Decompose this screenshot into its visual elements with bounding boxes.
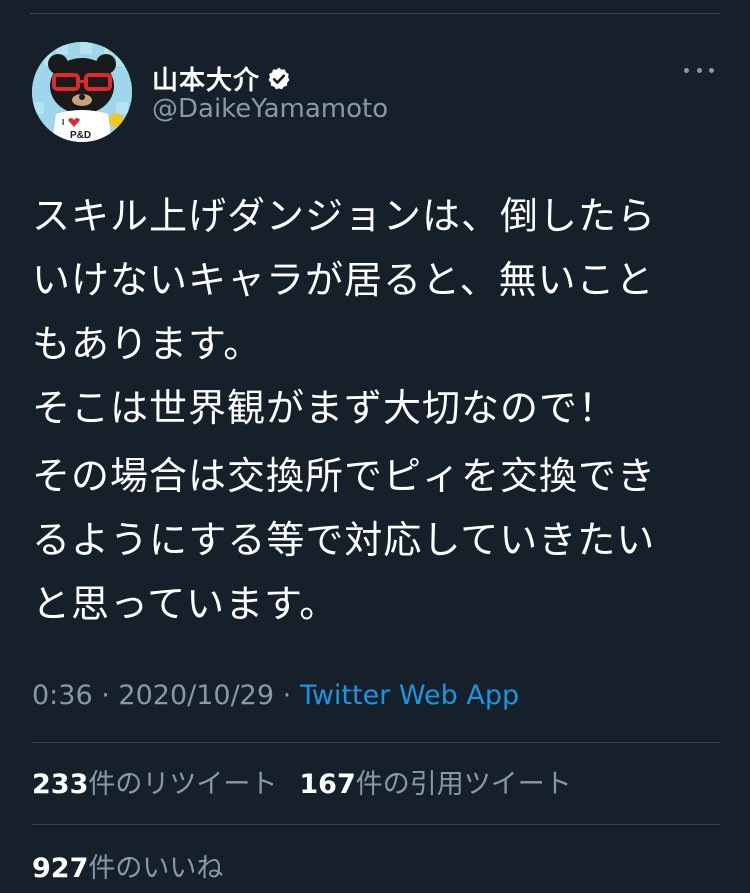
tweet-line: るようにする等で対応していきたい [32, 518, 656, 562]
tweet-stats: 233件のリツイート 167件の引用ツイート [32, 762, 572, 801]
more-dot [709, 67, 714, 73]
tweet-header: I P&D 山本大介 @DaikeYamamoto [32, 42, 720, 142]
divider [32, 742, 720, 743]
avatar-shirt-text-2: P&D [70, 130, 91, 141]
tweet-source-link[interactable]: Twitter Web App [300, 680, 519, 711]
more-dot [696, 67, 702, 73]
quotes-count: 167 [299, 769, 356, 800]
tweet-date[interactable]: 2020/10/29 [118, 680, 274, 711]
likes-count: 927 [32, 853, 89, 884]
more-options-icon[interactable] [684, 64, 714, 76]
likes-stat[interactable]: 927件のいいね [32, 846, 223, 885]
divider [32, 824, 720, 825]
top-divider [30, 13, 720, 14]
retweets-label: 件のリツイート [88, 769, 278, 800]
quotes-stat[interactable]: 167件の引用ツイート [299, 762, 571, 801]
meta-separator: · [101, 680, 110, 711]
tweet-line: いけないキャラが居ると、無いこと [32, 258, 655, 302]
quotes-label: 件の引用ツイート [355, 769, 572, 800]
more-dot [684, 67, 689, 73]
avatar-bear-image: I P&D [32, 42, 132, 142]
display-name[interactable]: 山本大介 [152, 60, 260, 97]
tweet-line: そこは世界観がまず大切なので！ [32, 386, 618, 430]
tweet-line: もあります。 [32, 322, 263, 366]
retweets-stat[interactable]: 233件のリツイート [32, 762, 277, 801]
retweets-count: 233 [32, 769, 89, 800]
tweet-time[interactable]: 0:36 [32, 680, 93, 711]
likes-label: 件のいいね [88, 853, 224, 884]
avatar-shirt-text-1: I [62, 118, 64, 127]
avatar[interactable]: I P&D [32, 42, 132, 142]
tweet-line: と思っています。 [32, 582, 339, 626]
verified-badge-icon [268, 67, 290, 89]
tweet-text: スキル上げダンジョンは、倒したら いけないキャラが居ると、無いこと もあります。… [32, 184, 722, 636]
user-handle[interactable]: @DaikeYamamoto [152, 94, 388, 124]
meta-separator: · [282, 680, 292, 711]
tweet-meta: 0:36 · 2020/10/29 · Twitter Web App [32, 680, 519, 711]
name-row: 山本大介 [152, 60, 292, 97]
tweet-line: その場合は交換所でピィを交換でき [32, 454, 657, 498]
tweet-line: スキル上げダンジョンは、倒したら [32, 194, 657, 238]
